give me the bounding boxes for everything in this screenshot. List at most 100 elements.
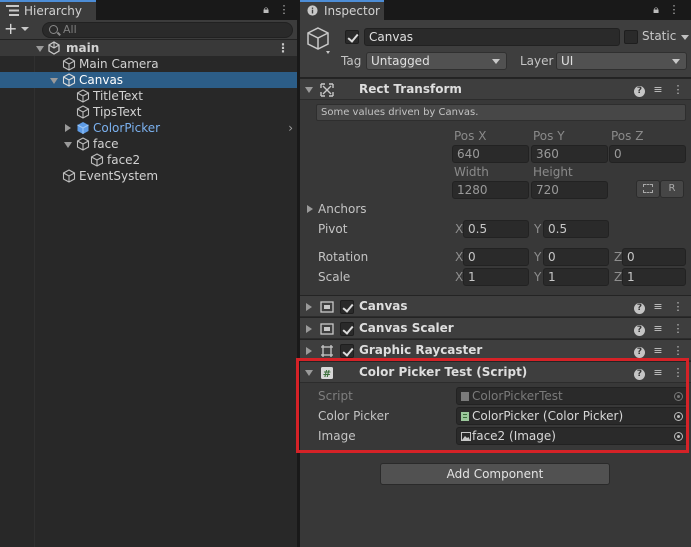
- static-label: Static: [642, 29, 677, 43]
- expand-arrow-icon[interactable]: [306, 325, 312, 333]
- expand-arrow-icon[interactable]: [306, 347, 312, 355]
- layer-dropdown[interactable]: UI: [556, 52, 687, 70]
- more-options-icon[interactable]: ⋮: [671, 82, 685, 98]
- layer-label: Layer: [520, 54, 554, 68]
- more-options-icon[interactable]: ⋮: [671, 299, 685, 315]
- rot-z-axis-label: Z: [614, 250, 623, 264]
- hierarchy-tab-actions: 🔒︎ ⋮: [254, 2, 290, 18]
- help-icon[interactable]: ?: [634, 325, 645, 336]
- driven-values-info: Some values driven by Canvas.: [316, 104, 686, 121]
- scale-y-axis-label: Y: [534, 270, 542, 284]
- component-title: Rect Transform: [359, 82, 462, 96]
- tree-item-label: TipsText: [93, 105, 142, 119]
- gameobject-cube-icon: [76, 89, 90, 103]
- help-icon[interactable]: ?: [634, 86, 645, 97]
- anchors-label[interactable]: Anchors: [318, 202, 367, 216]
- rotation-z-field[interactable]: 0: [622, 248, 686, 266]
- pivot-y-field[interactable]: 0.5: [543, 220, 609, 238]
- gameobject-cube-icon[interactable]: [306, 26, 334, 56]
- hierarchy-toolbar: + All: [0, 20, 297, 40]
- tree-item-label: Canvas: [79, 73, 124, 87]
- component-enabled-checkbox[interactable]: [340, 300, 354, 314]
- preset-sliders-icon[interactable]: ≡: [651, 299, 665, 315]
- preset-sliders-icon[interactable]: ≡: [651, 343, 665, 359]
- collapse-arrow-icon[interactable]: [64, 142, 72, 148]
- search-input[interactable]: All: [42, 22, 293, 38]
- tab-hierarchy[interactable]: Hierarchy: [0, 0, 96, 20]
- static-checkbox[interactable]: [624, 30, 638, 44]
- tag-value: Untagged: [371, 54, 430, 68]
- component-header-canvas-scaler[interactable]: Canvas Scaler ? ≡ ⋮: [300, 317, 691, 339]
- object-name-field[interactable]: Canvas: [364, 28, 620, 46]
- rotation-y-field[interactable]: 0: [543, 248, 609, 266]
- chevron-down-icon[interactable]: [681, 35, 689, 40]
- inspector-panel: Inspector 🔒︎ ⋮ Canvas Static Tag Untagged…: [300, 0, 691, 547]
- expand-arrow-icon[interactable]: [307, 205, 313, 213]
- add-component-button[interactable]: Add Component: [380, 463, 610, 485]
- create-button[interactable]: +: [4, 21, 34, 38]
- graphic-raycaster-icon: [321, 345, 333, 357]
- more-options-icon[interactable]: ⋮: [668, 3, 680, 17]
- scale-z-field[interactable]: 1: [622, 268, 686, 286]
- chevron-right-icon[interactable]: ›: [288, 120, 293, 136]
- pivot-x-field[interactable]: 0.5: [463, 220, 529, 238]
- collapse-arrow-icon[interactable]: [50, 78, 58, 84]
- object-header: Canvas Static Tag Untagged Layer UI: [300, 20, 691, 78]
- rot-x-axis-label: X: [455, 250, 464, 264]
- collapse-arrow-icon[interactable]: [36, 46, 44, 52]
- component-header-rect-transform[interactable]: Rect Transform ? ≡ ⋮: [300, 78, 691, 100]
- hierarchy-tabbar: Hierarchy 🔒︎ ⋮: [0, 0, 297, 20]
- more-options-icon[interactable]: ⋮: [277, 40, 289, 56]
- component-header-buttons: ? ≡ ⋮: [628, 82, 685, 98]
- rotation-x-field[interactable]: 0: [463, 248, 529, 266]
- component-enabled-checkbox[interactable]: [340, 322, 354, 336]
- blueprint-mode-button[interactable]: [636, 180, 660, 198]
- active-checkbox[interactable]: [345, 30, 359, 44]
- scene-row-main[interactable]: main ⋮: [0, 40, 297, 56]
- tree-item-main-camera[interactable]: Main Camera: [0, 56, 297, 72]
- help-icon[interactable]: ?: [634, 347, 645, 358]
- component-header-buttons: ? ≡ ⋮: [628, 321, 685, 337]
- preset-sliders-icon[interactable]: ≡: [651, 82, 665, 98]
- tree-item-face[interactable]: face: [0, 136, 297, 152]
- gameobject-cube-icon: [76, 105, 90, 119]
- tree-item-eventsystem[interactable]: EventSystem: [0, 168, 297, 184]
- tree-item-canvas[interactable]: Canvas: [0, 72, 297, 88]
- pos-x-label: Pos X: [454, 129, 487, 143]
- tree-item-label: Main Camera: [79, 57, 159, 71]
- gameobject-cube-icon: [62, 57, 76, 71]
- height-field: 720: [531, 181, 608, 199]
- more-options-icon[interactable]: ⋮: [671, 321, 685, 337]
- layer-value: UI: [561, 54, 574, 68]
- tree-item-label: TitleText: [93, 89, 143, 103]
- more-options-icon[interactable]: ⋮: [671, 343, 685, 359]
- tree-item-colorpicker[interactable]: ColorPicker ›: [0, 120, 297, 136]
- expand-arrow-icon[interactable]: [65, 124, 71, 132]
- lock-icon[interactable]: 🔒︎: [650, 3, 662, 17]
- tree-item-tipstext[interactable]: TipsText: [0, 104, 297, 120]
- preset-sliders-icon[interactable]: ≡: [651, 321, 665, 337]
- expand-arrow-icon[interactable]: [306, 303, 312, 311]
- pivot-label: Pivot: [318, 222, 348, 236]
- tag-dropdown[interactable]: Untagged: [366, 52, 507, 70]
- rot-y-axis-label: Y: [534, 250, 542, 264]
- rect-transform-icon: [320, 83, 334, 97]
- gameobject-cube-icon: [76, 137, 90, 151]
- chevron-down-icon: [672, 59, 680, 64]
- tree-item-titletext[interactable]: TitleText: [0, 88, 297, 104]
- collapse-arrow-icon[interactable]: [305, 87, 313, 93]
- component-enabled-checkbox[interactable]: [340, 344, 354, 358]
- more-options-icon[interactable]: ⋮: [278, 3, 290, 17]
- raw-edit-button[interactable]: R: [660, 180, 684, 198]
- tab-inspector[interactable]: Inspector: [300, 0, 384, 20]
- component-header-buttons: ? ≡ ⋮: [628, 299, 685, 315]
- scale-x-field[interactable]: 1: [463, 268, 529, 286]
- pos-y-label: Pos Y: [533, 129, 565, 143]
- tree-item-face2[interactable]: face2: [0, 152, 297, 168]
- canvas-scaler-icon: [320, 323, 334, 335]
- help-icon[interactable]: ?: [634, 303, 645, 314]
- pos-z-label: Pos Z: [611, 129, 644, 143]
- component-header-canvas[interactable]: Canvas ? ≡ ⋮: [300, 295, 691, 317]
- lock-icon[interactable]: 🔒︎: [260, 3, 272, 17]
- scale-y-field[interactable]: 1: [543, 268, 609, 286]
